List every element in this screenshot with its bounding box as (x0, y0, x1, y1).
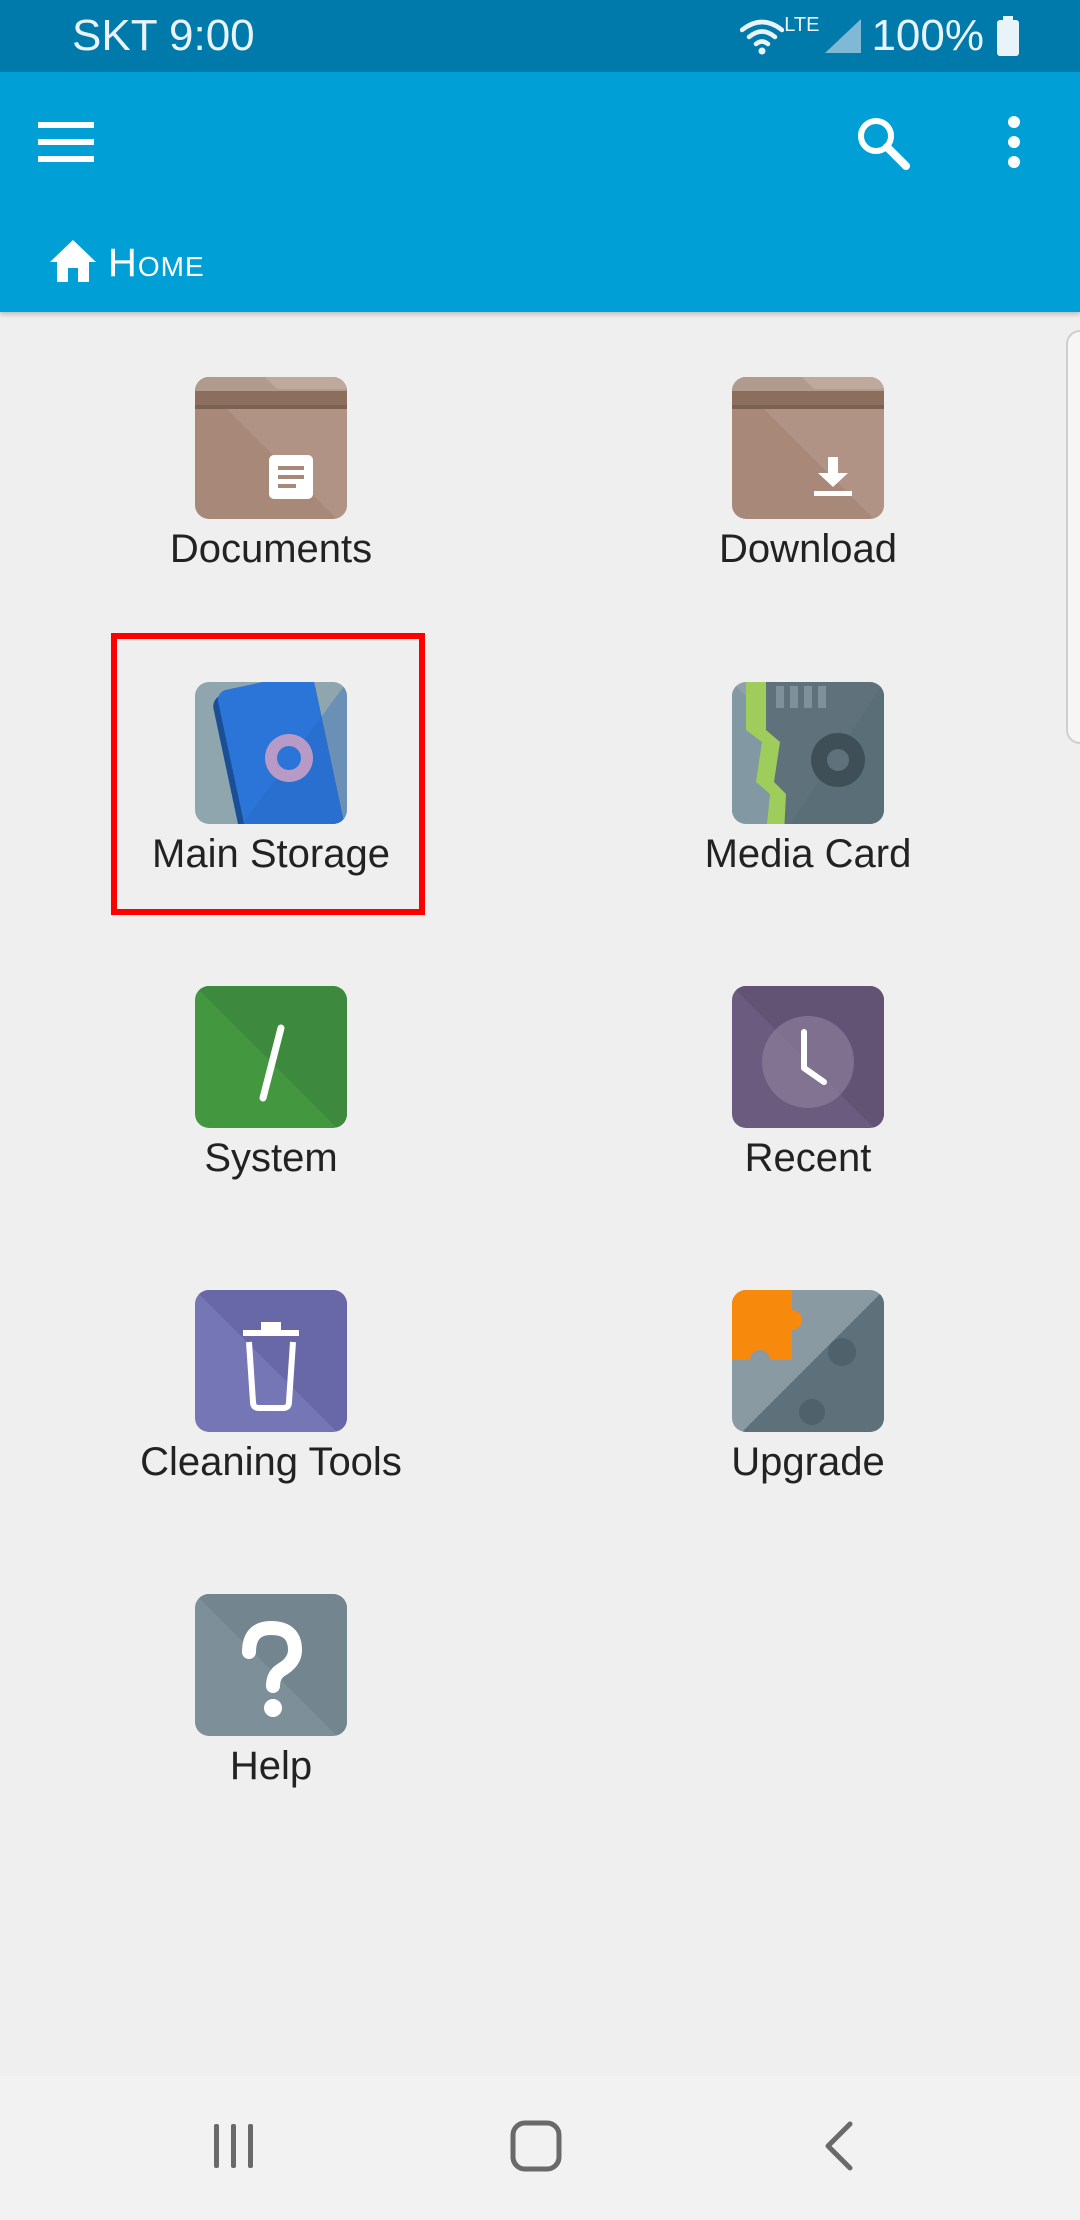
side-panel-handle[interactable] (1066, 330, 1080, 744)
recents-icon (210, 2122, 258, 2175)
tile-cleaning-tools[interactable]: Cleaning Tools (71, 1225, 471, 1485)
tile-main-storage[interactable]: Main Storage (71, 617, 471, 877)
help-icon (195, 1594, 347, 1736)
battery-percent: 100% (871, 11, 984, 60)
tile-download[interactable]: Download (608, 312, 1008, 572)
system-icon (195, 986, 347, 1128)
home-icon (48, 238, 98, 289)
tile-label: Documents (169, 527, 373, 571)
tile-label: System (204, 1136, 338, 1180)
menu-icon (38, 120, 94, 169)
tile-label: Media Card (704, 832, 912, 876)
media-card-icon (732, 682, 884, 824)
tile-label: Download (719, 527, 897, 571)
battery-icon (996, 16, 1020, 56)
tile-media-card[interactable]: Media Card (608, 617, 1008, 877)
app-toolbar: Home (0, 72, 1080, 312)
tile-upgrade[interactable]: Upgrade (608, 1225, 1008, 1485)
tile-label: Upgrade (731, 1440, 885, 1484)
tile-label: Recent (744, 1136, 872, 1180)
status-icons: LTE 100% (740, 11, 1020, 60)
more-vert-icon (1006, 115, 1022, 173)
main-storage-icon (195, 682, 347, 824)
back-button[interactable] (788, 2098, 888, 2198)
menu-button[interactable] (24, 102, 108, 186)
home-nav-button[interactable] (486, 2098, 586, 2198)
status-bar: SKT 9:00 LTE 100% (0, 0, 1080, 72)
puzzle-icon (732, 1290, 884, 1432)
documents-folder-icon (195, 377, 347, 519)
tile-system[interactable]: System (71, 921, 471, 1181)
recent-clock-icon (732, 986, 884, 1128)
search-button[interactable] (840, 102, 924, 186)
network-type: LTE (784, 13, 820, 36)
recents-button[interactable] (184, 2098, 284, 2198)
home-nav-icon (509, 2119, 563, 2178)
breadcrumb-label: Home (108, 240, 205, 285)
wifi-icon (740, 16, 785, 56)
tile-label: Help (229, 1744, 313, 1788)
back-icon (820, 2120, 856, 2177)
breadcrumb-home[interactable]: Home (48, 232, 205, 294)
tile-label: Main Storage (152, 832, 390, 876)
search-icon (854, 114, 910, 175)
tile-label: Cleaning Tools (140, 1440, 402, 1484)
trash-icon (195, 1290, 347, 1432)
tile-documents[interactable]: Documents (71, 312, 471, 572)
tile-recent[interactable]: Recent (608, 921, 1008, 1181)
tile-help[interactable]: Help (71, 1529, 471, 1789)
more-options-button[interactable] (972, 102, 1056, 186)
download-folder-icon (732, 377, 884, 519)
system-nav-bar (0, 2076, 1080, 2220)
signal-icon (823, 17, 863, 55)
status-time: SKT 9:00 (72, 11, 255, 60)
